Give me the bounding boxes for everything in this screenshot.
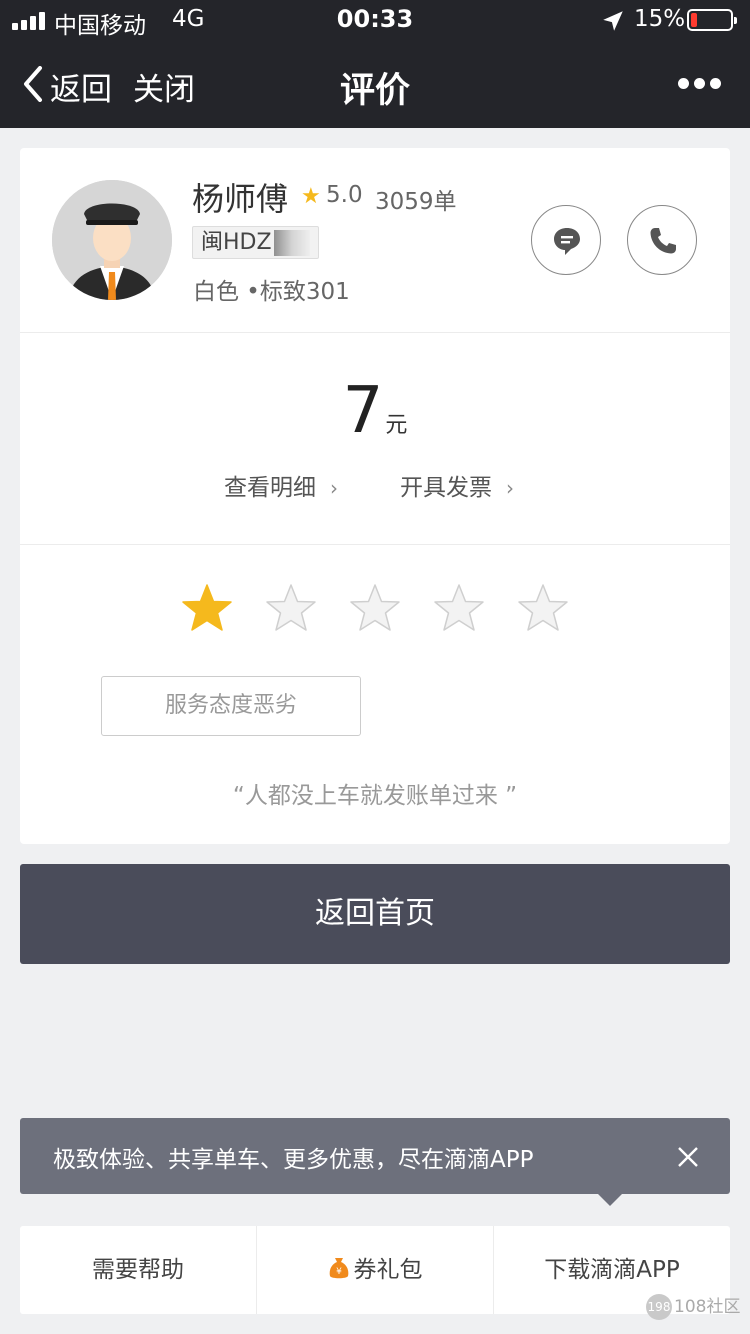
call-button[interactable] [627,205,697,275]
star-empty-icon[interactable] [516,582,570,636]
promo-text: 极致体验、共享单车、更多优惠，尽在滴滴APP [53,1147,534,1173]
divider [20,544,730,545]
back-label: 返回 [50,72,112,108]
money-bag-icon: ¥ [329,1258,348,1279]
rating-star-icon: ★ [301,184,321,209]
coupon-label: 券礼包 [353,1257,423,1283]
watermark: 198 108社区 [646,1292,741,1320]
chevron-left-icon [24,66,42,102]
location-arrow-icon [603,11,623,31]
return-home-button[interactable]: 返回首页 [20,864,730,964]
car-info: 白色 •标致301 [193,279,350,305]
fare-unit: 元 [385,413,408,438]
invoice-label: 开具发票 [400,475,492,501]
view-details-link[interactable]: 查看明细 › [224,468,338,502]
driver-avatar [52,180,172,300]
star-filled-icon[interactable] [180,582,234,636]
back-button[interactable]: 返回 [18,64,138,108]
invoice-link[interactable]: 开具发票 › [400,468,514,502]
svg-text:¥: ¥ [336,1267,342,1277]
chevron-right-icon: › [330,476,338,500]
fare-value: 7 [342,374,384,448]
promo-pointer [598,1194,622,1206]
star-empty-icon[interactable] [264,582,318,636]
license-plate: 闽HDZ [192,226,319,259]
star-empty-icon[interactable] [348,582,402,636]
promo-banner[interactable]: 极致体验、共享单车、更多优惠，尽在滴滴APP [20,1118,730,1206]
bottom-bar: 需要帮助 ¥ 券礼包 下载滴滴APP [20,1226,730,1314]
close-icon[interactable] [676,1145,700,1169]
battery-icon [687,9,737,31]
driver-order-count: 3059单 [375,189,457,215]
message-button[interactable] [531,205,601,275]
watermark-text: 108社区 [674,1297,741,1317]
close-button[interactable]: 关闭 [133,64,195,109]
phone-icon [650,228,676,254]
star-empty-icon[interactable] [432,582,486,636]
chevron-right-icon: › [506,476,514,500]
trip-card: 杨师傅 ★ 5.0 3059单 闽HDZ 白色 •标致301 7元 查看明细 › … [20,148,730,844]
watermark-logo: 198 [646,1294,672,1320]
review-comment: “人都没上车就发账单过来 ” [232,783,518,809]
review-tag[interactable]: 服务态度恶劣 [101,676,361,736]
help-button[interactable]: 需要帮助 [20,1226,256,1314]
coupon-button[interactable]: ¥ 券礼包 [257,1226,493,1314]
top-bar: 中国移动 4G 00:33 15% 返回 关闭 评价 [0,0,750,128]
chat-bubble-icon [554,228,580,255]
status-bar: 中国移动 4G 00:33 15% [0,0,750,42]
driver-rating: 5.0 [326,182,363,208]
plate-text: 闽HDZ [201,230,272,255]
divider [20,332,730,333]
driver-name: 杨师傅 [192,180,289,218]
view-details-label: 查看明细 [224,475,316,501]
star-rating[interactable] [180,582,580,636]
more-options-button[interactable] [676,76,722,92]
battery-percent: 15% [634,6,686,32]
fare-amount: 7元 [20,374,730,448]
plate-blur [273,230,310,256]
